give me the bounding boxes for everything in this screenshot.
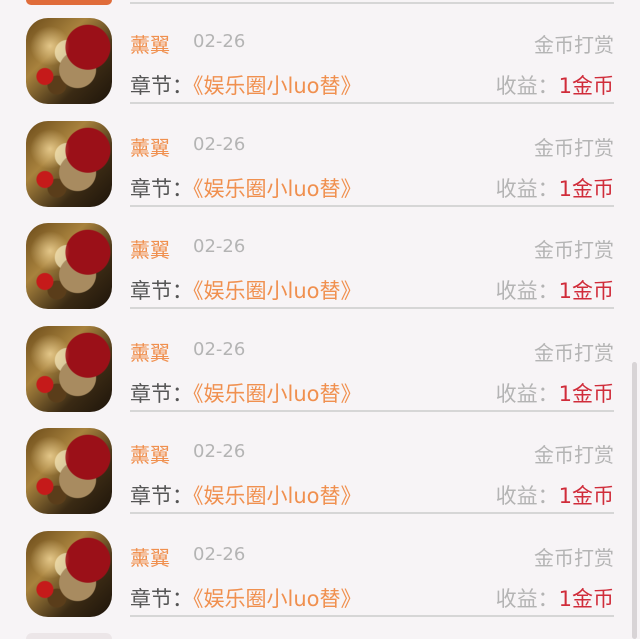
list-item[interactable]: 薰翼 02-26 金币打赏 章节：《娱乐圈小luo替》 收益：1金币 [0, 204, 640, 310]
income-info: 收益：1金币 [496, 70, 614, 100]
chapter-title[interactable]: 《娱乐圈小luo替》 [193, 177, 362, 201]
divider [130, 614, 614, 617]
income-value: 1金币 [558, 586, 614, 611]
chapter-title[interactable]: 《娱乐圈小luo替》 [193, 587, 362, 611]
chapter-info: 章节：《娱乐圈小luo替》 [130, 70, 362, 100]
income-info: 收益：1金币 [496, 583, 614, 613]
income-info: 收益：1金币 [496, 378, 614, 408]
list-item[interactable]: 薰翼 02-26 金币打赏 章节：《娱乐圈小luo替》 收益：1金币 [0, 307, 640, 412]
avatar[interactable] [26, 120, 112, 207]
income-label: 收益： [495, 381, 559, 406]
reward-type: 金币打赏 [534, 545, 614, 570]
reward-type: 金币打赏 [534, 135, 614, 160]
chapter-title[interactable]: 《娱乐圈小luo替》 [193, 382, 362, 406]
reward-type: 金币打赏 [534, 33, 614, 57]
chapter-title[interactable]: 《娱乐圈小luo替》 [193, 74, 362, 98]
income-info: 收益：1金币 [496, 275, 614, 305]
chapter-info: 章节：《娱乐圈小luo替》 [130, 275, 362, 305]
reward-type: 金币打赏 [534, 443, 614, 468]
chapter-info: 章节：《娱乐圈小luo替》 [130, 480, 362, 510]
avatar[interactable] [26, 325, 112, 412]
chapter-title[interactable]: 《娱乐圈小luo替》 [193, 484, 362, 508]
avatar[interactable] [26, 428, 112, 515]
chapter-label: 章节： [130, 74, 193, 98]
income-value: 1金币 [558, 176, 614, 201]
list-item[interactable]: 薰翼 02-26 金币打赏 章节：《娱乐圈小luo替》 收益：1金币 [0, 409, 640, 515]
user-name[interactable]: 薰翼 [130, 132, 170, 161]
chapter-label: 章节： [130, 279, 193, 304]
chapter-label: 章节： [130, 484, 193, 509]
income-label: 收益： [495, 484, 559, 509]
avatar[interactable] [26, 223, 112, 310]
income-value: 1金币 [558, 74, 614, 98]
user-name[interactable]: 薰翼 [130, 29, 170, 58]
chapter-label: 章节： [130, 586, 193, 611]
reward-type: 金币打赏 [534, 238, 614, 263]
reward-date: 02-26 [193, 133, 246, 155]
income-label: 收益： [495, 586, 559, 611]
income-info: 收益：1金币 [496, 173, 614, 203]
user-name[interactable]: 薰翼 [130, 542, 170, 571]
scrollbar[interactable] [632, 362, 637, 639]
avatar[interactable] [26, 18, 112, 104]
reward-date: 02-26 [193, 543, 246, 565]
avatar[interactable] [26, 530, 112, 617]
income-label: 收益： [495, 74, 559, 98]
reward-list: 薰翼 02-26 金币打赏 章节：《娱乐圈小luo替》 收益：1金币 薰翼 02… [0, 0, 640, 617]
list-item[interactable]: 薰翼 02-26 金币打赏 章节：《娱乐圈小luo替》 收益：1金币 [0, 0, 640, 104]
income-info: 收益：1金币 [496, 480, 614, 510]
chapter-info: 章节：《娱乐圈小luo替》 [130, 173, 362, 203]
income-value: 1金币 [558, 279, 614, 304]
chapter-label: 章节： [130, 176, 193, 201]
income-value: 1金币 [558, 381, 614, 406]
income-value: 1金币 [558, 484, 614, 509]
chapter-info: 章节：《娱乐圈小luo替》 [130, 378, 362, 408]
income-label: 收益： [495, 176, 559, 201]
reward-date: 02-26 [193, 441, 246, 463]
list-item[interactable]: 薰翼 02-26 金币打赏 章节：《娱乐圈小luo替》 收益：1金币 [0, 512, 640, 617]
reward-date: 02-26 [193, 236, 246, 258]
reward-type: 金币打赏 [534, 340, 614, 365]
reward-date: 02-26 [193, 31, 246, 52]
reward-date: 02-26 [193, 338, 246, 360]
user-name[interactable]: 薰翼 [130, 337, 170, 366]
chapter-info: 章节：《娱乐圈小luo替》 [130, 583, 362, 613]
next-item-avatar-fragment [26, 633, 112, 639]
income-label: 收益： [495, 279, 559, 304]
user-name[interactable]: 薰翼 [130, 234, 170, 263]
list-item[interactable]: 薰翼 02-26 金币打赏 章节：《娱乐圈小luo替》 收益：1金币 [0, 102, 640, 207]
chapter-label: 章节： [130, 381, 193, 406]
chapter-title[interactable]: 《娱乐圈小luo替》 [193, 279, 362, 303]
user-name[interactable]: 薰翼 [130, 439, 170, 468]
